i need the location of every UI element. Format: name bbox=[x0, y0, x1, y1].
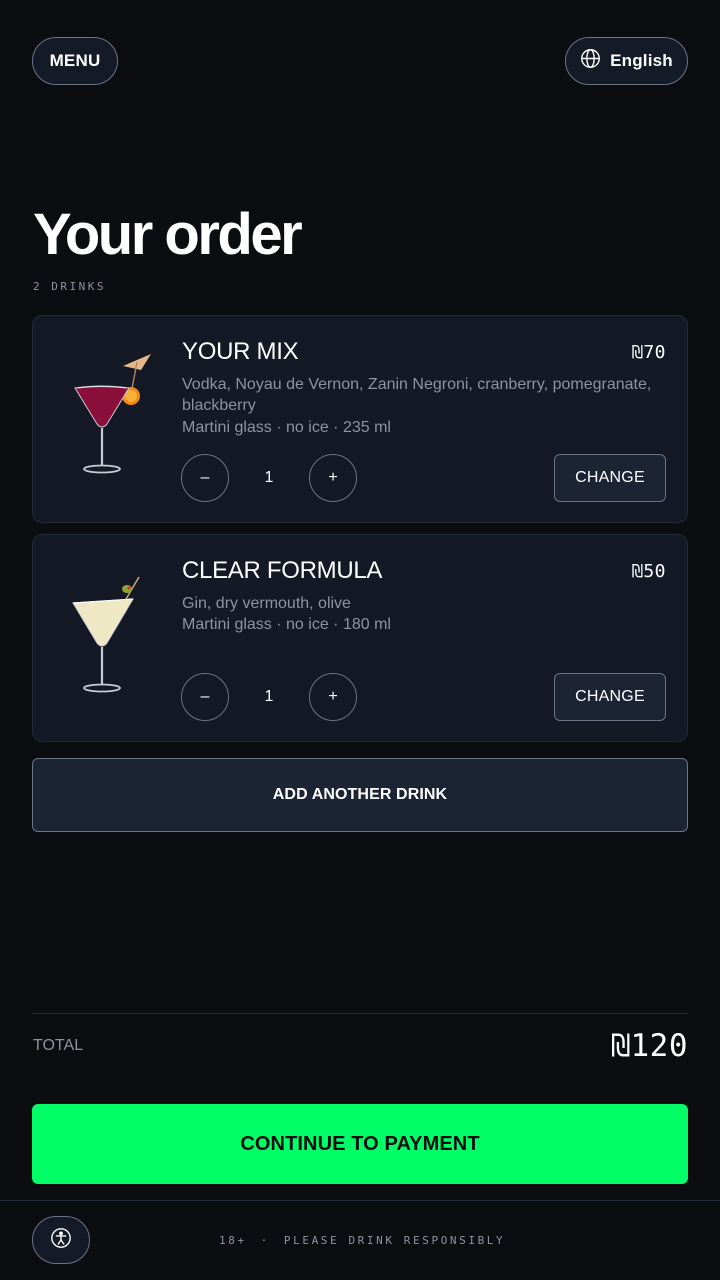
page-title: Your order bbox=[33, 202, 303, 267]
total-value: ₪120 bbox=[611, 1028, 688, 1064]
increase-quantity-button[interactable]: + bbox=[309, 673, 357, 721]
item-price: ₪70 bbox=[631, 342, 666, 363]
item-details: Martini glass · no ice · 235 ml bbox=[182, 419, 391, 436]
item-ingredients: Gin, dry vermouth, olive bbox=[182, 595, 351, 612]
language-label: English bbox=[610, 51, 673, 70]
language-button[interactable]: English bbox=[565, 37, 688, 85]
order-item-card: CLEAR FORMULA ₪50 Gin, dry vermouth, oli… bbox=[32, 534, 688, 742]
decrease-quantity-button[interactable]: – bbox=[181, 673, 229, 721]
footer-separator: · bbox=[260, 1234, 270, 1247]
quantity-value: 1 bbox=[264, 688, 274, 705]
item-name: CLEAR FORMULA bbox=[182, 557, 383, 584]
responsibility-notice: PLEASE DRINK RESPONSIBLY bbox=[283, 1234, 506, 1247]
change-button[interactable]: CHANGE bbox=[554, 673, 666, 721]
menu-button-label: MENU bbox=[49, 51, 101, 70]
age-label: 18+ bbox=[219, 1234, 247, 1247]
add-another-drink-button[interactable]: ADD ANOTHER DRINK bbox=[32, 758, 688, 832]
globe-icon bbox=[580, 48, 601, 74]
footer-notice: 18+ · PLEASE DRINK RESPONSIBLY bbox=[219, 1234, 505, 1247]
item-details: Martini glass · no ice · 180 ml bbox=[182, 616, 391, 633]
drink-count: 2 DRINKS bbox=[33, 280, 106, 293]
decrease-quantity-button[interactable]: – bbox=[181, 454, 229, 502]
cocktail-image bbox=[67, 567, 167, 697]
item-ingredients: Vodka, Noyau de Vernon, Zanin Negroni, c… bbox=[182, 376, 652, 414]
footer-divider bbox=[0, 1200, 720, 1201]
quantity-value: 1 bbox=[264, 469, 274, 486]
item-name: YOUR MIX bbox=[182, 338, 299, 365]
increase-quantity-button[interactable]: + bbox=[309, 454, 357, 502]
cocktail-image bbox=[67, 348, 167, 478]
menu-button[interactable]: MENU bbox=[32, 37, 118, 85]
item-price: ₪50 bbox=[631, 561, 666, 582]
order-item-card: YOUR MIX ₪70 Vodka, Noyau de Vernon, Zan… bbox=[32, 315, 688, 523]
continue-to-payment-button[interactable]: CONTINUE TO PAYMENT bbox=[32, 1104, 688, 1184]
total-divider bbox=[32, 1013, 688, 1014]
change-button[interactable]: CHANGE bbox=[554, 454, 666, 502]
accessibility-icon bbox=[50, 1227, 72, 1254]
accessibility-button[interactable] bbox=[32, 1216, 90, 1264]
total-label: TOTAL bbox=[33, 1037, 84, 1054]
